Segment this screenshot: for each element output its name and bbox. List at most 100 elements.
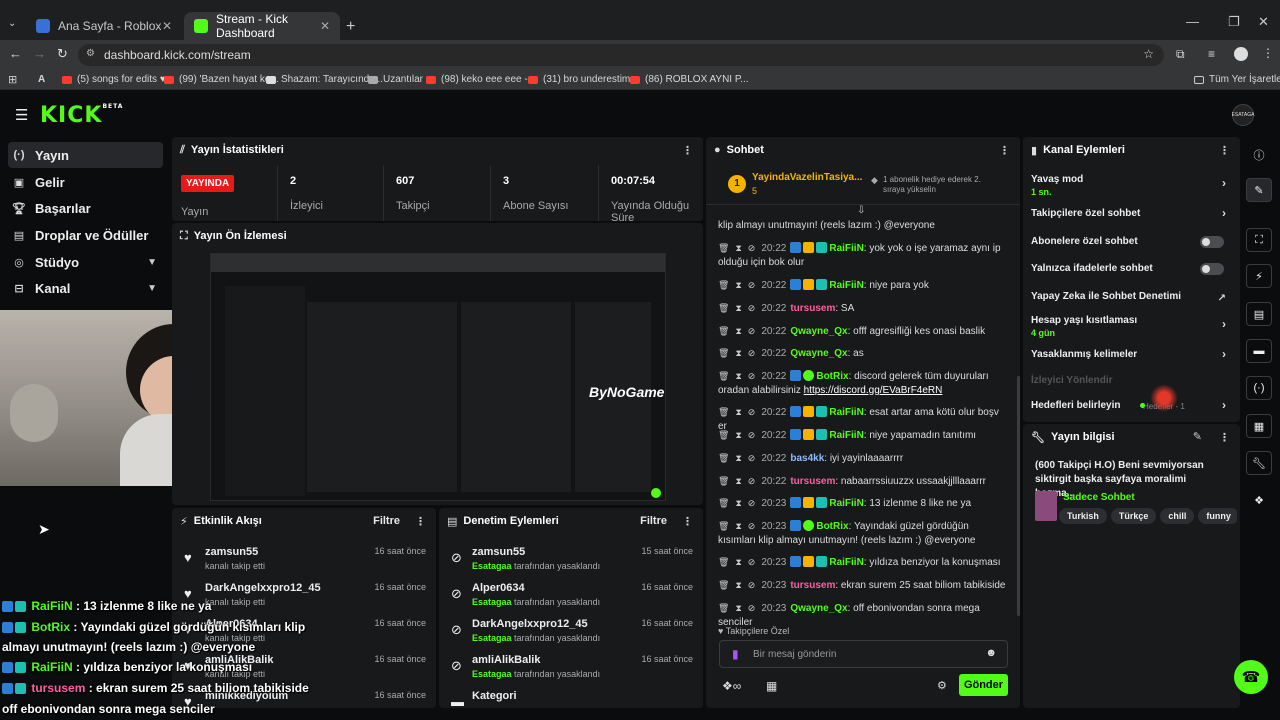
timeout-icon[interactable]: ⧗ xyxy=(735,580,741,590)
close-window-icon[interactable]: ✕ xyxy=(1258,14,1269,30)
timeout-icon[interactable]: ⧗ xyxy=(735,371,741,381)
url-input[interactable]: ⚙ dashboard.kick.com/stream ☆ xyxy=(78,44,1164,66)
bookmark-item[interactable]: (99) 'Bazen hayat ko... xyxy=(164,74,279,85)
sidebar-item-kanal[interactable]: ⊟ Kanal ▼ xyxy=(8,275,163,301)
help-chat-icon[interactable]: ☎ xyxy=(1234,660,1268,694)
tab-search-icon[interactable]: ⌄ xyxy=(8,18,16,29)
more-options-icon[interactable]: ⋮ xyxy=(999,144,1010,157)
account-age-row[interactable]: Hesap yaşı kısıtlaması 4 gün › xyxy=(1031,315,1226,338)
close-tab-icon[interactable]: ✕ xyxy=(162,19,172,33)
banned-words-row[interactable]: Yasaklanmış kelimeler › xyxy=(1031,347,1226,361)
delete-icon[interactable]: 🗑︎ xyxy=(718,348,729,358)
message-username[interactable]: RaiFiiN xyxy=(829,243,863,254)
more-options-icon[interactable]: ⋮ xyxy=(682,144,693,157)
user-avatar[interactable]: ESATAGA xyxy=(1232,104,1254,126)
message-username[interactable]: RaiFiiN xyxy=(829,407,863,418)
delete-icon[interactable]: 🗑︎ xyxy=(718,580,729,590)
emoji-icon[interactable]: ☻ xyxy=(985,647,997,659)
close-tab-icon[interactable]: ✕ xyxy=(320,19,330,33)
ban-icon[interactable]: ⊘ xyxy=(748,521,756,531)
delete-icon[interactable]: 🗑︎ xyxy=(718,453,729,463)
slow-mode-row[interactable]: Yavaş mod 1 sn. › xyxy=(1031,174,1226,197)
send-button[interactable]: Gönder xyxy=(959,674,1008,696)
ban-icon[interactable]: ⊘ xyxy=(748,371,756,381)
sidebar-item-studyo[interactable]: ◎ Stüdyo ▼ xyxy=(8,249,163,275)
delete-icon[interactable]: 🗑︎ xyxy=(718,407,729,417)
message-username[interactable]: RaiFiiN xyxy=(829,557,863,568)
moderation-filter-button[interactable]: Filtre xyxy=(640,515,667,527)
delete-icon[interactable]: 🗑︎ xyxy=(718,603,729,613)
tag[interactable]: Turkish xyxy=(1059,508,1107,524)
delete-icon[interactable]: 🗑︎ xyxy=(718,521,729,531)
maximize-icon[interactable]: ❐ xyxy=(1228,14,1240,30)
emotes-only-row[interactable]: Yalnızca ifadelerle sohbet xyxy=(1031,263,1226,275)
category-thumbnail[interactable] xyxy=(1035,491,1057,521)
delete-icon[interactable]: 🗑︎ xyxy=(718,280,729,290)
sidebar-item-yayin[interactable]: (·) Yayın xyxy=(8,142,163,168)
ban-icon[interactable]: ⊘ xyxy=(748,407,756,417)
timeout-icon[interactable]: ⧗ xyxy=(735,603,741,613)
bookmark-item[interactable]: A xyxy=(38,74,45,85)
timeout-icon[interactable]: ⧗ xyxy=(735,280,741,290)
message-username[interactable]: RaiFiiN xyxy=(829,498,863,509)
activity-filter-button[interactable]: Filtre xyxy=(373,515,400,527)
more-options-icon[interactable]: ⋮ xyxy=(1219,431,1230,444)
timeout-icon[interactable]: ⧗ xyxy=(735,498,741,508)
message-username[interactable]: tursusem xyxy=(790,580,835,591)
minimize-icon[interactable]: — xyxy=(1186,14,1199,29)
timeout-icon[interactable]: ⧗ xyxy=(735,243,741,253)
message-username[interactable]: tursusem xyxy=(790,303,835,314)
site-info-icon[interactable]: ⚙ xyxy=(86,48,95,59)
sidebar-item-droplar[interactable]: ▤ Droplar ve Ödüller xyxy=(8,222,163,248)
bookmark-item[interactable]: Shazam: Tarayıcında... xyxy=(266,74,383,85)
browser-menu-icon[interactable]: ⋮ xyxy=(1262,46,1274,60)
ban-icon[interactable]: ⊘ xyxy=(748,243,756,253)
message-username[interactable]: Qwayne_Qx xyxy=(790,603,847,614)
raid-row[interactable]: İzleyici Yönlendir xyxy=(1031,375,1226,386)
ban-icon[interactable]: ⊘ xyxy=(748,603,756,613)
store-icon[interactable]: ▦ xyxy=(766,679,777,693)
timeout-icon[interactable]: ⧗ xyxy=(735,557,741,567)
delete-icon[interactable]: 🗑︎ xyxy=(718,303,729,313)
lightning-icon[interactable]: ⚡︎ xyxy=(1246,264,1272,288)
goals-row[interactable]: Hedefleri belirleyinHedefler - 1› xyxy=(1031,398,1226,412)
microphone-icon[interactable]: ▮ xyxy=(732,647,739,661)
edit-icon[interactable]: ✎ xyxy=(1246,178,1272,202)
broadcast-icon[interactable]: (·) xyxy=(1246,376,1272,400)
message-username[interactable]: Qwayne_Qx xyxy=(790,348,847,359)
message-username[interactable]: BotRix xyxy=(816,371,848,382)
tag[interactable]: Türkçe xyxy=(1110,508,1157,524)
timeout-icon[interactable]: ⧗ xyxy=(735,521,741,531)
ban-icon[interactable]: ⊘ xyxy=(748,580,756,590)
reload-icon[interactable]: ↻ xyxy=(57,46,68,62)
bookmark-star-icon[interactable]: ☆ xyxy=(1143,47,1154,61)
ban-icon[interactable]: ⊘ xyxy=(748,326,756,336)
ban-icon[interactable]: ⊘ xyxy=(748,476,756,486)
notes-icon[interactable]: ▤ xyxy=(1246,302,1272,326)
sidebar-item-gelir[interactable]: ▣ Gelir xyxy=(8,169,163,195)
delete-icon[interactable]: 🗑︎ xyxy=(718,243,729,253)
apps-icon[interactable]: ❖ xyxy=(1246,488,1272,512)
tab-kick-dashboard[interactable]: Stream - Kick Dashboard ✕ xyxy=(184,12,340,40)
ban-icon[interactable]: ⊘ xyxy=(748,303,756,313)
more-options-icon[interactable]: ⋮ xyxy=(682,515,693,528)
ban-icon[interactable]: ⊘ xyxy=(748,453,756,463)
ban-icon[interactable]: ⊘ xyxy=(748,280,756,290)
ban-icon[interactable]: ⊘ xyxy=(748,557,756,567)
reward-icon[interactable]: ❖∞ xyxy=(722,679,741,693)
emotes-only-toggle[interactable] xyxy=(1200,263,1224,275)
bookmark-item[interactable]: (86) ROBLOX AYNI P... xyxy=(630,74,749,85)
forward-icon[interactable]: → xyxy=(33,46,46,61)
apps-grid-icon[interactable]: ⊞ xyxy=(8,73,17,86)
preview-toggle-icon[interactable]: ⛶ xyxy=(1246,228,1272,252)
subscribers-only-row[interactable]: Abonelere özel sohbet xyxy=(1031,236,1226,248)
kick-logo[interactable]: KICKBETA xyxy=(40,103,123,128)
chat-scrollbar[interactable] xyxy=(1017,376,1020,616)
more-options-icon[interactable]: ⋮ xyxy=(1219,144,1230,157)
delete-icon[interactable]: 🗑︎ xyxy=(718,371,729,381)
back-icon[interactable]: ← xyxy=(9,46,22,61)
ban-icon[interactable]: ⊘ xyxy=(748,498,756,508)
ban-icon[interactable]: ⊘ xyxy=(748,348,756,358)
pinned-username[interactable]: YayindaVazelinTasiya... xyxy=(752,172,862,183)
all-bookmarks[interactable]: Tüm Yer İşaretleri xyxy=(1194,74,1280,85)
